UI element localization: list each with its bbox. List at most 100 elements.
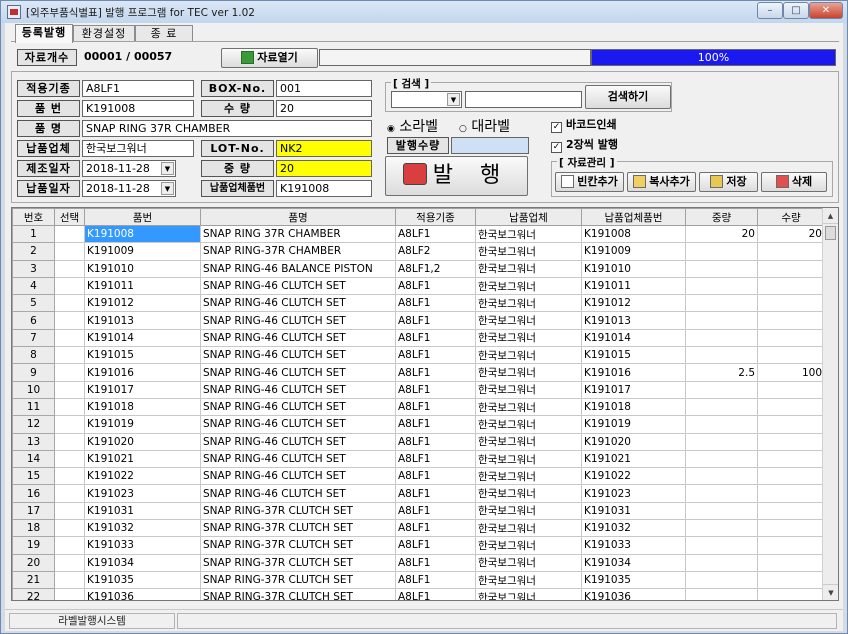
column-header[interactable]: 중량 <box>685 208 758 226</box>
table-cell[interactable]: K191013 <box>581 311 686 330</box>
table-cell[interactable]: SNAP RING-46 BALANCE PISTON <box>200 259 396 278</box>
supplier-field[interactable]: 한국보그워너 <box>82 140 194 157</box>
table-cell[interactable] <box>54 536 85 555</box>
table-cell[interactable]: K191023 <box>581 484 686 503</box>
vertical-scrollbar[interactable]: ▲ ▼ <box>822 208 838 600</box>
tab-exit[interactable]: 종 료 <box>135 25 193 42</box>
barcode-checkbox[interactable]: ✓ 바코드인쇄 <box>551 116 617 133</box>
table-cell[interactable] <box>685 328 758 348</box>
table-cell[interactable] <box>757 311 825 330</box>
table-cell[interactable]: A8LF1 <box>395 415 476 434</box>
table-row[interactable]: 4 K191011 SNAP RING-46 CLUTCH SET A8LF1 한국보그… <box>12 276 825 296</box>
search-button[interactable]: 검색하기 <box>585 85 671 109</box>
table-cell[interactable] <box>54 224 85 244</box>
table-cell[interactable]: 3 <box>12 259 55 278</box>
table-cell[interactable]: 9 <box>12 363 55 382</box>
table-cell[interactable] <box>757 536 825 555</box>
table-cell[interactable] <box>685 294 758 313</box>
table-cell[interactable]: K191016 <box>84 363 201 382</box>
table-cell[interactable]: K191019 <box>84 415 201 434</box>
table-cell[interactable]: 1 <box>12 224 55 244</box>
table-cell[interactable]: K191036 <box>84 588 201 600</box>
table-cell[interactable] <box>54 467 85 486</box>
table-cell[interactable]: 14 <box>12 449 55 469</box>
table-row[interactable]: 20 K191034 SNAP RING-37R CLUTCH SET A8LF1 한국… <box>12 553 825 572</box>
table-cell[interactable] <box>757 380 825 399</box>
scroll-thumb[interactable] <box>825 226 836 240</box>
search-combo[interactable]: ▼ <box>391 91 462 108</box>
table-cell[interactable]: 한국보그워너 <box>475 501 582 521</box>
table-row[interactable]: 17 K191031 SNAP RING-37R CLUTCH SET A8LF1 한국… <box>12 501 825 521</box>
table-cell[interactable]: 15 <box>12 467 55 486</box>
column-header[interactable]: 선택 <box>54 208 85 226</box>
table-cell[interactable]: 18 <box>12 519 55 538</box>
table-cell[interactable] <box>685 432 758 451</box>
table-cell[interactable]: K191018 <box>84 397 201 417</box>
column-header[interactable]: 납품업체 <box>475 208 582 226</box>
table-cell[interactable] <box>685 536 758 555</box>
table-cell[interactable]: K191031 <box>581 501 686 521</box>
table-cell[interactable] <box>685 242 758 261</box>
mfg-date-picker[interactable]: 2018-11-28 ▼ <box>82 160 176 177</box>
table-cell[interactable] <box>685 397 758 417</box>
table-cell[interactable] <box>54 432 85 451</box>
column-header[interactable]: 품번 <box>84 208 201 226</box>
chevron-down-icon[interactable]: ▼ <box>161 162 174 175</box>
table-cell[interactable]: 한국보그워너 <box>475 328 582 348</box>
table-cell[interactable] <box>757 432 825 451</box>
table-row[interactable]: 5 K191012 SNAP RING-46 CLUTCH SET A8LF1 한국보그… <box>12 294 825 313</box>
table-cell[interactable] <box>757 553 825 572</box>
maximize-button[interactable]: □ <box>783 2 809 19</box>
table-cell[interactable]: K191012 <box>581 294 686 313</box>
table-cell[interactable]: 13 <box>12 432 55 451</box>
table-cell[interactable]: 한국보그워너 <box>475 259 582 278</box>
table-cell[interactable]: A8LF1 <box>395 380 476 399</box>
table-cell[interactable]: 한국보그워너 <box>475 432 582 451</box>
table-cell[interactable]: 11 <box>12 397 55 417</box>
table-cell[interactable]: K191021 <box>581 449 686 469</box>
scroll-up-icon[interactable]: ▲ <box>823 208 838 224</box>
table-cell[interactable] <box>54 242 85 261</box>
table-cell[interactable] <box>685 259 758 278</box>
table-row[interactable]: 15 K191022 SNAP RING-46 CLUTCH SET A8LF1 한국보… <box>12 467 825 486</box>
table-row[interactable]: 13 K191020 SNAP RING-46 CLUTCH SET A8LF1 한국보… <box>12 432 825 451</box>
box-no-field[interactable]: 001 <box>276 80 372 97</box>
table-cell[interactable] <box>685 501 758 521</box>
table-cell[interactable]: SNAP RING-37R CLUTCH SET <box>200 588 396 600</box>
chevron-down-icon[interactable]: ▼ <box>447 93 460 106</box>
table-cell[interactable] <box>54 294 85 313</box>
table-row[interactable]: 22 K191036 SNAP RING-37R CLUTCH SET A8LF1 한국… <box>12 588 825 600</box>
table-cell[interactable]: A8LF1 <box>395 553 476 572</box>
table-cell[interactable]: A8LF1,2 <box>395 259 476 278</box>
table-cell[interactable]: 한국보그워너 <box>475 242 582 261</box>
table-cell[interactable] <box>757 397 825 417</box>
table-cell[interactable]: 20 <box>757 224 825 244</box>
table-cell[interactable]: SNAP RING-37R CLUTCH SET <box>200 570 396 590</box>
minimize-button[interactable]: – <box>757 2 783 19</box>
table-cell[interactable]: K191020 <box>581 432 686 451</box>
table-cell[interactable]: 한국보그워너 <box>475 536 582 555</box>
add-copy-button[interactable]: 복사추가 <box>627 172 696 192</box>
issue-qty-field[interactable] <box>451 137 529 154</box>
table-cell[interactable]: A8LF1 <box>395 449 476 469</box>
table-cell[interactable]: 21 <box>12 570 55 590</box>
table-cell[interactable]: K191019 <box>581 415 686 434</box>
table-cell[interactable]: 한국보그워너 <box>475 311 582 330</box>
table-cell[interactable]: K191017 <box>84 380 201 399</box>
table-cell[interactable] <box>685 570 758 590</box>
table-cell[interactable]: SNAP RING-46 CLUTCH SET <box>200 346 396 365</box>
table-cell[interactable]: 한국보그워너 <box>475 363 582 382</box>
table-cell[interactable]: 한국보그워너 <box>475 380 582 399</box>
table-cell[interactable] <box>54 346 85 365</box>
table-row[interactable]: 19 K191033 SNAP RING-37R CLUTCH SET A8LF1 한국… <box>12 536 825 555</box>
table-cell[interactable]: K191012 <box>84 294 201 313</box>
table-cell[interactable]: K191010 <box>581 259 686 278</box>
table-cell[interactable] <box>54 519 85 538</box>
table-cell[interactable] <box>757 294 825 313</box>
table-cell[interactable] <box>54 311 85 330</box>
table-cell[interactable]: SNAP RING-46 CLUTCH SET <box>200 311 396 330</box>
table-row[interactable]: 14 K191021 SNAP RING-46 CLUTCH SET A8LF1 한국보… <box>12 449 825 469</box>
table-cell[interactable]: 2 <box>12 242 55 261</box>
table-cell[interactable] <box>685 588 758 600</box>
column-header[interactable]: 번호 <box>12 208 55 226</box>
